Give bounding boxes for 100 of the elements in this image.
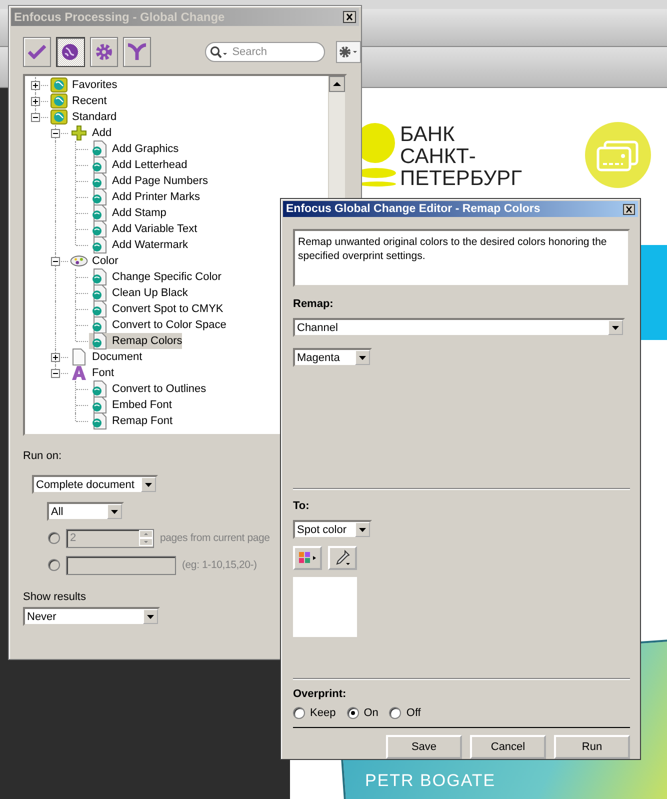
dialog-button[interactable]: Cancel xyxy=(470,735,546,759)
card-holder-name: PETR BOGATE xyxy=(365,771,496,791)
tree-item[interactable]: Recent xyxy=(25,93,110,109)
tree-item[interactable]: Convert to Outlines xyxy=(25,381,210,397)
page-globe-icon xyxy=(90,220,108,238)
folder-globe-icon xyxy=(50,109,68,125)
folder-globe-icon xyxy=(50,93,68,109)
plus-icon xyxy=(70,125,88,141)
tree-item[interactable]: Clean Up Black xyxy=(25,285,191,301)
search-field[interactable]: Search xyxy=(205,42,326,62)
swatches-icon xyxy=(298,552,318,564)
page-globe-icon xyxy=(90,268,108,286)
globe-icon xyxy=(61,43,80,61)
ink-dropdown[interactable]: Magenta xyxy=(293,348,372,367)
radio-label: Off xyxy=(406,707,421,719)
radio-label: On xyxy=(364,707,378,719)
tree-item[interactable]: Remap Font xyxy=(25,413,176,429)
radio-button[interactable] xyxy=(389,707,402,719)
radio-button[interactable] xyxy=(293,707,305,719)
eyedropper-button[interactable] xyxy=(328,546,357,570)
collapse-icon[interactable] xyxy=(51,129,60,138)
funnel-icon xyxy=(127,43,148,61)
remap-label: Remap: xyxy=(293,298,334,310)
to-label: To: xyxy=(293,500,310,512)
pages-dropdown[interactable]: All xyxy=(47,502,124,521)
tree-item[interactable]: Add Stamp xyxy=(25,205,170,221)
collapse-icon[interactable] xyxy=(51,369,60,378)
page-globe-icon xyxy=(90,380,108,398)
caret-icon xyxy=(355,522,370,537)
dialog-button[interactable]: Save xyxy=(386,735,462,759)
logo-text: БАНК xyxy=(400,124,456,146)
toolbar-button[interactable] xyxy=(23,37,52,67)
caret-icon xyxy=(143,609,158,624)
window-title: Enfocus Global Change Editor - Remap Colors xyxy=(286,203,540,215)
page-globe-icon xyxy=(90,316,108,334)
eyedropper-icon xyxy=(334,549,352,567)
close-icon[interactable] xyxy=(623,204,635,214)
logo-text: САНКТ- xyxy=(400,146,477,168)
tree-item[interactable]: Convert to Color Space xyxy=(25,317,230,333)
tree-item[interactable]: Add Watermark xyxy=(25,237,192,253)
toolbar-button[interactable] xyxy=(90,37,118,67)
gear-icon xyxy=(338,46,359,58)
tree-item[interactable]: Add Variable Text xyxy=(25,221,200,237)
page-globe-icon xyxy=(90,204,108,222)
remap-mode-dropdown[interactable]: Channel xyxy=(293,318,625,337)
tree-item[interactable]: Add Letterhead xyxy=(25,157,190,173)
tree-item[interactable]: Document xyxy=(25,349,146,365)
folder-globe-icon xyxy=(50,77,68,93)
tree-item[interactable]: Add xyxy=(25,125,115,141)
dialog-button[interactable]: Run xyxy=(554,735,630,759)
tree-item[interactable]: Add Printer Marks xyxy=(25,189,204,205)
color-swatch xyxy=(293,577,357,637)
overprint-label: Overprint: xyxy=(293,688,348,700)
page-globe-icon xyxy=(90,156,108,174)
caret-icon xyxy=(141,477,156,492)
credit-card-icon xyxy=(585,122,651,188)
tree-item[interactable]: Color xyxy=(25,253,122,269)
page-globe-icon xyxy=(90,300,108,318)
collapse-icon[interactable] xyxy=(51,257,60,266)
collapse-icon[interactable] xyxy=(31,113,40,122)
page-globe-icon xyxy=(90,284,108,302)
run-on-label: Run on: xyxy=(23,450,63,462)
letter-icon xyxy=(70,365,88,381)
tree-item[interactable]: Add Graphics xyxy=(25,141,182,157)
page-globe-icon xyxy=(90,188,108,206)
page-globe-icon xyxy=(90,172,108,190)
swatch-menu-button[interactable] xyxy=(293,546,322,570)
caret-icon xyxy=(608,320,623,335)
page-globe-icon xyxy=(90,140,108,158)
radio-label: Keep xyxy=(310,707,336,719)
page-globe-icon xyxy=(90,236,108,254)
toolbar-button[interactable] xyxy=(122,37,152,67)
tree-item[interactable]: Add Page Numbers xyxy=(25,173,211,189)
page-globe-icon xyxy=(90,332,108,350)
spinner-icon xyxy=(139,530,153,546)
description-text: Remap unwanted original colors to the desired colors honoring the specified overprint settings. xyxy=(293,229,630,287)
close-icon[interactable] xyxy=(343,11,356,23)
tree-item[interactable]: Convert Spot to CMYK xyxy=(25,301,226,317)
tree-item[interactable]: Embed Font xyxy=(25,397,175,413)
tree-item[interactable]: Standard xyxy=(25,109,120,125)
tree-item[interactable]: Change Specific Color xyxy=(25,269,224,285)
expand-icon[interactable] xyxy=(51,353,60,362)
expand-icon[interactable] xyxy=(31,97,40,106)
settings-button[interactable] xyxy=(336,41,361,63)
scope-dropdown[interactable]: Complete document xyxy=(32,475,158,494)
page-range-field[interactable] xyxy=(66,556,176,574)
range-hint: pages from current page xyxy=(160,532,270,544)
expand-icon[interactable] xyxy=(31,81,40,90)
target-dropdown[interactable]: Spot color xyxy=(293,520,372,539)
gear-icon xyxy=(94,43,113,61)
caret-icon xyxy=(107,504,122,519)
show-results-dropdown[interactable]: Never xyxy=(23,607,160,626)
page-globe-icon xyxy=(90,396,108,414)
radio-button[interactable] xyxy=(346,707,359,719)
tree-item[interactable]: Favorites xyxy=(25,77,120,93)
checkmark-icon xyxy=(28,45,46,59)
toolbar-button[interactable] xyxy=(56,37,85,67)
tree-item[interactable]: Font xyxy=(25,365,118,381)
search-icon xyxy=(210,46,228,58)
scroll-up-icon[interactable] xyxy=(329,76,345,92)
